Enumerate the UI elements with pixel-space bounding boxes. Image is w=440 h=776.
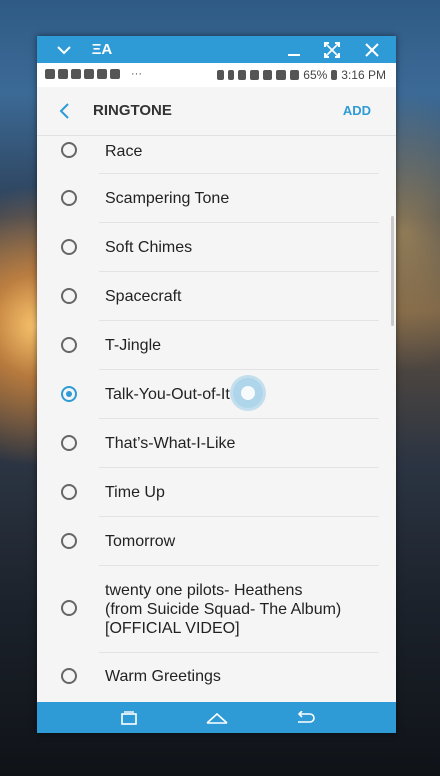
wifi-call-icon — [97, 69, 107, 79]
list-item[interactable]: Scampering Tone — [37, 174, 396, 223]
radio-button[interactable] — [61, 337, 77, 353]
list-item[interactable]: Spacecraft — [37, 272, 396, 321]
recents-icon — [121, 710, 137, 725]
battery-saver-icon — [217, 70, 225, 80]
chevron-down-icon[interactable] — [51, 36, 77, 63]
touch-indicator — [233, 378, 263, 408]
close-icon[interactable] — [359, 36, 385, 63]
ringtone-label: Scampering Tone — [105, 190, 230, 207]
list-item[interactable]: Time Up — [37, 468, 396, 517]
list-item[interactable]: Tomorrow — [37, 517, 396, 566]
back-button[interactable] — [53, 99, 77, 123]
back-nav-button[interactable] — [285, 702, 325, 733]
list-item[interactable]: Race — [37, 136, 396, 166]
nfc-icon — [238, 70, 247, 80]
page-title: RINGTONE — [93, 102, 172, 119]
scrollbar[interactable] — [391, 216, 394, 326]
wifi-icon — [276, 70, 287, 80]
radio-button[interactable] — [61, 190, 77, 206]
list-item[interactable]: twenty one pilots- Heathens (from Suicid… — [37, 566, 396, 652]
window-titlebar: ΞA — [37, 36, 396, 63]
battery-percent: 65% — [303, 68, 328, 82]
home-icon — [206, 712, 228, 724]
ringtone-label: That’s-What-I-Like — [105, 435, 236, 452]
signal-icon — [290, 70, 300, 80]
more-notifications: ··· — [131, 68, 142, 80]
ringtone-label-line-3: [OFFICIAL VIDEO] — [105, 620, 240, 637]
messenger-icon — [45, 69, 55, 79]
list-item-selected[interactable]: Talk-You-Out-of-It — [37, 370, 396, 419]
ringtone-label: Tomorrow — [105, 533, 176, 550]
radio-button[interactable] — [61, 600, 77, 616]
youtube-icon — [84, 69, 94, 79]
radio-button[interactable] — [61, 435, 77, 451]
battery-icon — [331, 70, 338, 80]
list-item[interactable]: Soft Chimes — [37, 223, 396, 272]
ringtone-label: Soft Chimes — [105, 239, 193, 256]
list-item[interactable]: That’s-What-I-Like — [37, 419, 396, 468]
radio-button[interactable] — [61, 533, 77, 549]
radio-button[interactable] — [61, 288, 77, 304]
list-item[interactable]: Warm Greetings — [37, 653, 396, 702]
ringtone-label: Talk-You-Out-of-It — [105, 386, 230, 403]
app-icon[interactable]: ΞA — [89, 36, 115, 63]
ringtone-label: Spacecraft — [105, 288, 182, 305]
back-arrow-icon — [59, 103, 69, 119]
status-bar: ··· 65% 3:16 PM — [37, 63, 396, 87]
add-button[interactable]: ADD — [343, 103, 371, 118]
alarm-icon — [263, 70, 273, 80]
recents-button[interactable] — [109, 702, 149, 733]
mute-icon — [250, 70, 260, 80]
radio-button[interactable] — [61, 239, 77, 255]
ringtone-list[interactable]: Race Scampering Tone Soft Chimes Spacecr… — [37, 136, 396, 707]
ringtone-label-line-1: twenty one pilots- Heathens — [105, 582, 303, 599]
list-item[interactable]: T-Jingle — [37, 321, 396, 370]
minimize-icon[interactable] — [281, 36, 307, 63]
clock: 3:16 PM — [341, 68, 386, 82]
back-nav-icon — [297, 710, 315, 723]
ringtone-header: RINGTONE ADD — [37, 87, 396, 136]
radio-button[interactable] — [61, 484, 77, 500]
home-button[interactable] — [197, 702, 237, 733]
expand-icon[interactable] — [319, 36, 345, 63]
radio-button-checked[interactable] — [61, 386, 77, 402]
gallery-icon — [58, 69, 68, 79]
font-icon — [71, 69, 81, 79]
bluetooth-icon — [228, 70, 235, 80]
ringtone-label: Race — [105, 143, 143, 160]
radio-button[interactable] — [61, 668, 77, 684]
radio-button[interactable] — [61, 142, 77, 158]
popup-window: ΞA ··· 65% 3:16 PM RINGTONE ADD Race Sca… — [37, 36, 396, 733]
notification-icons: ··· — [45, 68, 142, 80]
ringtone-label: Time Up — [105, 484, 165, 501]
navigation-bar — [37, 702, 396, 733]
ringtone-label: Warm Greetings — [105, 668, 221, 685]
ringtone-label: T-Jingle — [105, 337, 162, 354]
ringtone-label-line-2: (from Suicide Squad- The Album) — [105, 601, 342, 618]
system-status: 65% 3:16 PM — [217, 68, 386, 82]
sync-icon — [110, 69, 120, 79]
